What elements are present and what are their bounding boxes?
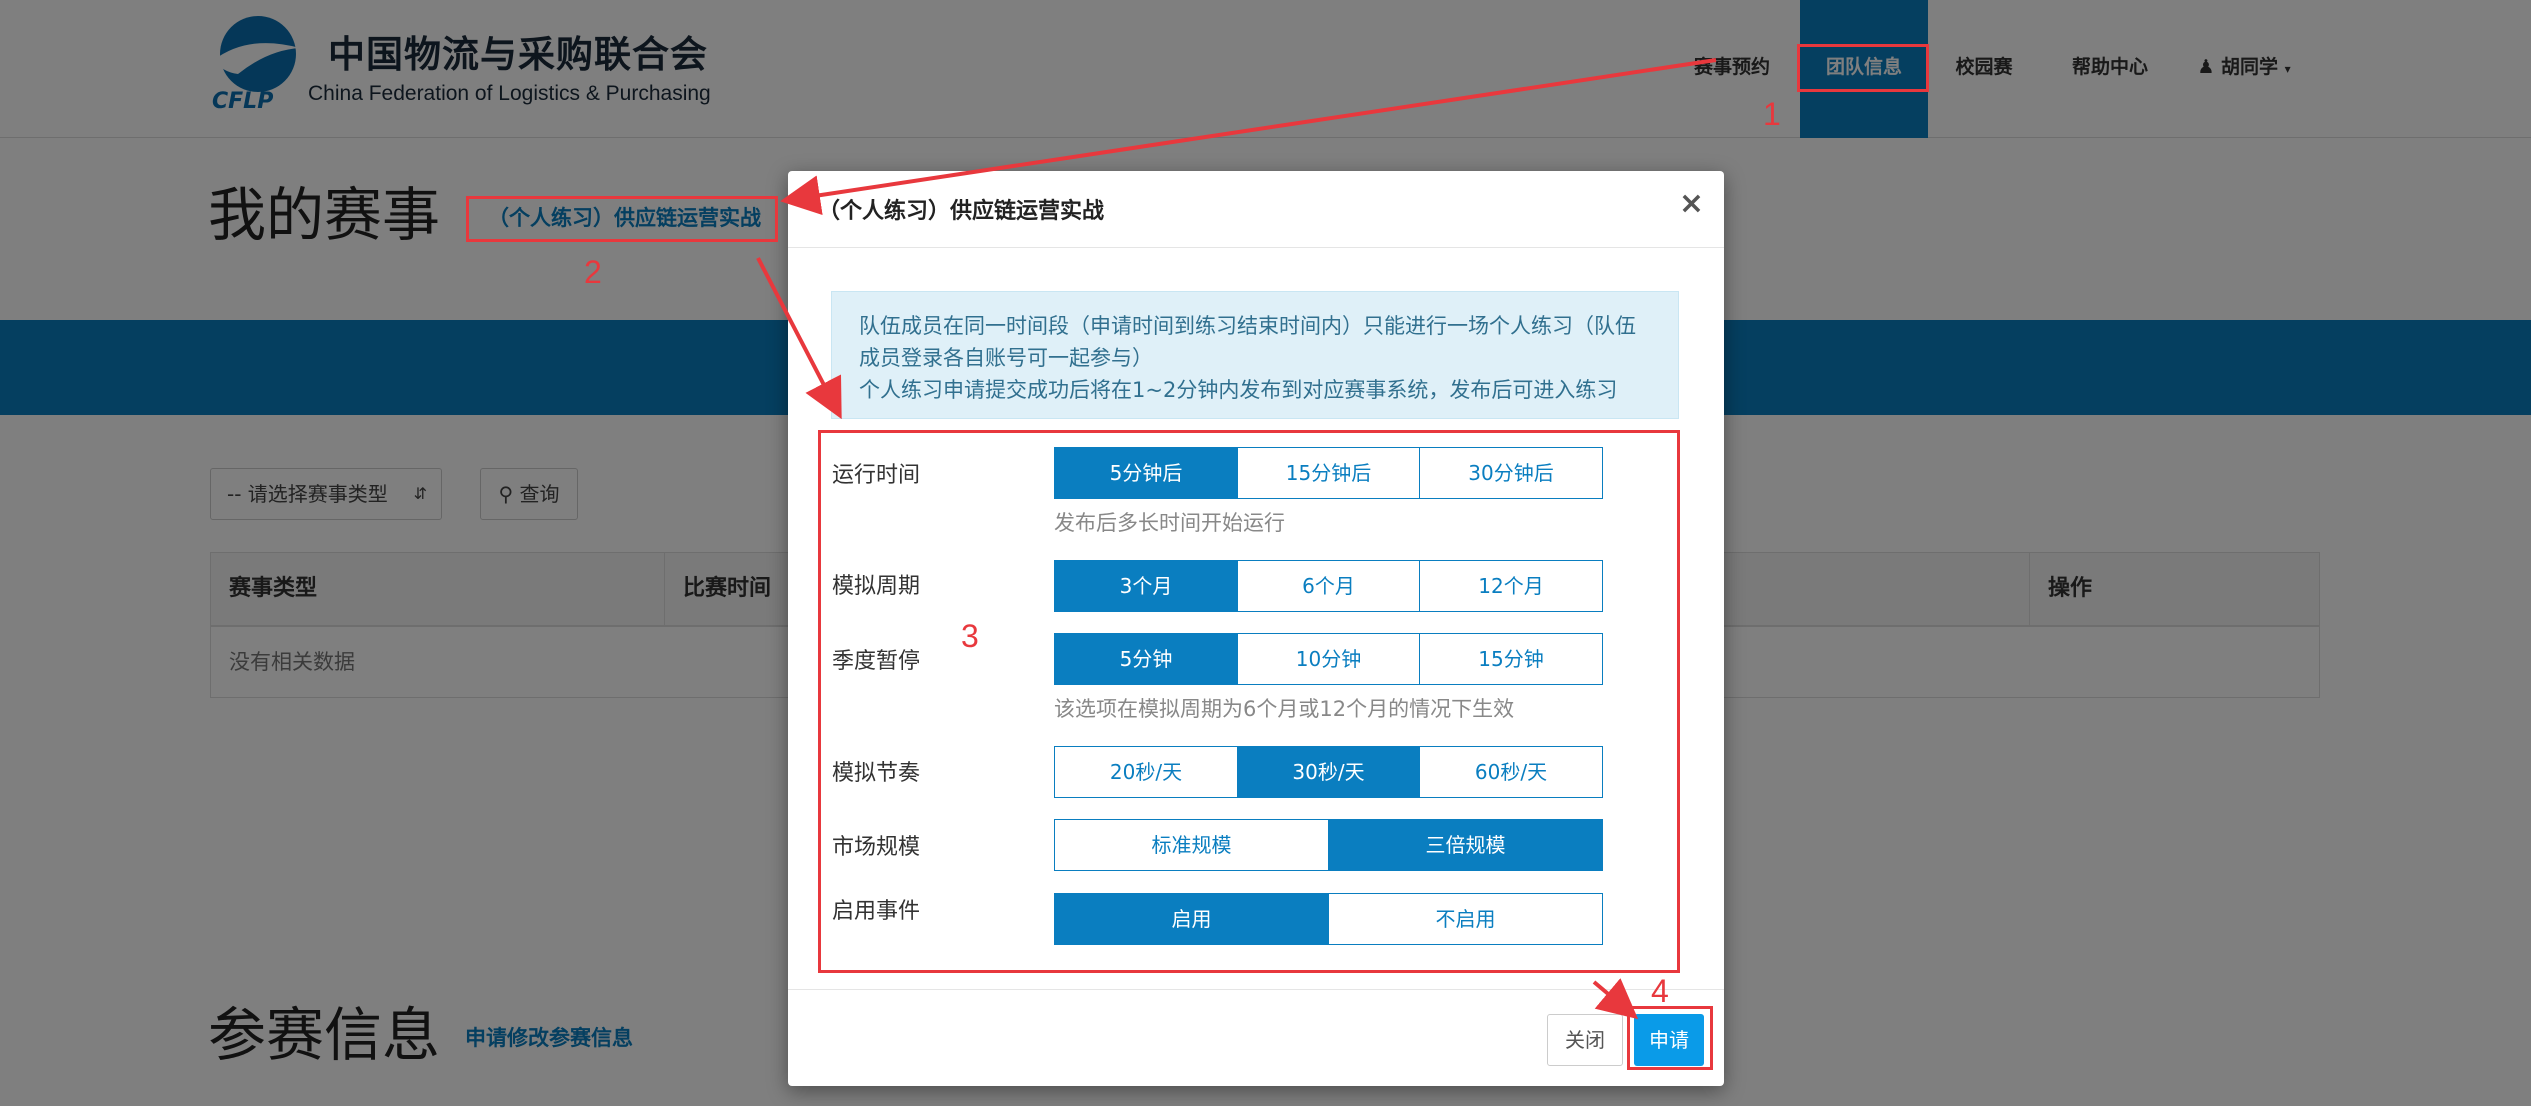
annotation-number: 4 [1651, 973, 1669, 1009]
close-button[interactable]: 关闭 [1547, 1014, 1623, 1066]
annotation-box-form [818, 430, 1680, 973]
notice-line: 个人练习申请提交成功后将在1~2分钟内发布到对应赛事系统，发布后可进入练习 [859, 378, 1618, 402]
annotation-box-team-info [1797, 44, 1929, 92]
annotation-number: 1 [1763, 96, 1781, 132]
modal-header: （个人练习）供应链运营实战 × [788, 171, 1724, 248]
annotation-number: 2 [584, 254, 602, 290]
modal-title: （个人练习）供应链运营实战 [818, 199, 1105, 224]
notice-box: 队伍成员在同一时间段（申请时间到练习结束时间内）只能进行一场个人练习（队伍成员登… [831, 291, 1679, 419]
notice-line: 队伍成员在同一时间段（申请时间到练习结束时间内）只能进行一场个人练习（队伍成员登… [859, 314, 1636, 370]
annotation-box-practice-link [466, 196, 778, 242]
annotation-number: 3 [961, 618, 979, 654]
annotation-box-apply [1627, 1006, 1713, 1070]
close-icon[interactable]: × [1679, 189, 1704, 219]
